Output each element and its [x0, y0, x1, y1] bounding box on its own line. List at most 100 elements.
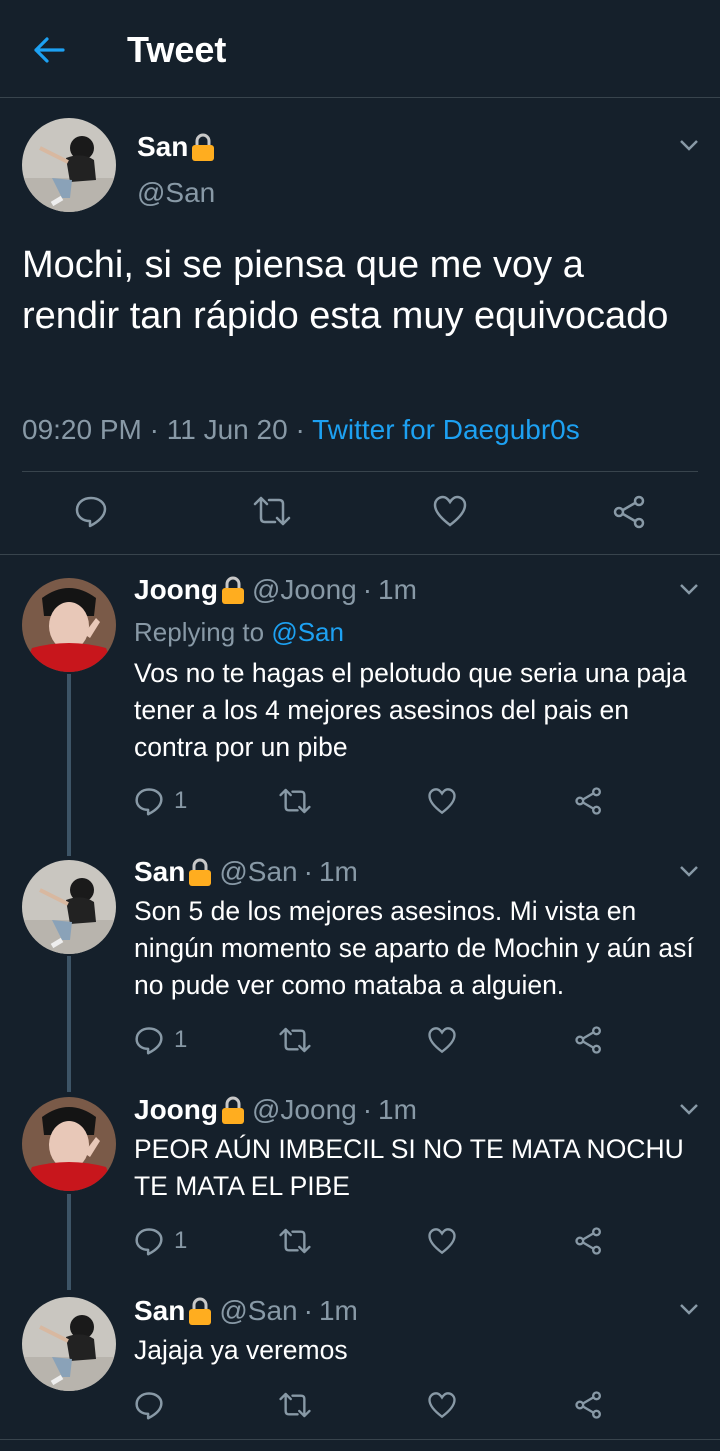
meta-separator: · — [362, 1094, 373, 1125]
share-icon — [613, 495, 645, 529]
reply-author-name[interactable]: Joong — [134, 1093, 218, 1127]
like-button[interactable] — [432, 494, 468, 528]
heart-icon — [428, 788, 456, 815]
like-button[interactable] — [427, 1226, 457, 1256]
back-button[interactable] — [22, 26, 76, 74]
reply-author-name[interactable]: San — [134, 855, 185, 889]
reply-button[interactable]: 1 — [134, 786, 187, 816]
lock-icon — [192, 133, 215, 161]
retweet-icon — [253, 496, 291, 526]
replying-to-label: Replying to — [134, 617, 265, 647]
reply-icon — [75, 496, 107, 528]
share-icon — [575, 1026, 601, 1054]
reply-icon — [135, 1228, 163, 1256]
top-bar: Tweet — [0, 0, 720, 98]
share-button[interactable] — [574, 786, 604, 816]
reply-author-handle[interactable]: @Joong — [252, 1093, 357, 1127]
avatar-joong[interactable] — [22, 1097, 116, 1191]
retweet-icon — [279, 1027, 311, 1053]
chevron-down-icon — [680, 866, 698, 877]
thread-line — [67, 956, 71, 1092]
replying-to: Replying to @San — [134, 615, 344, 649]
avatar-san[interactable] — [22, 1297, 116, 1391]
page-title: Tweet — [127, 29, 227, 70]
reply-menu-button[interactable] — [674, 856, 704, 886]
heart-icon — [433, 495, 467, 527]
reply-header: San @San · 1m — [134, 855, 358, 889]
lock-icon — [189, 858, 212, 886]
replying-to-handle-link[interactable]: @San — [271, 617, 344, 647]
reply-button[interactable]: 1 — [134, 1226, 187, 1256]
share-button[interactable] — [574, 1226, 604, 1256]
reply-author-handle[interactable]: @Joong — [252, 573, 357, 607]
lock-icon — [189, 1297, 212, 1325]
reply-text: Vos no te hagas el pelotudo que seria un… — [134, 658, 687, 762]
meta-separator: · — [295, 414, 305, 445]
share-icon — [575, 787, 601, 815]
thread-line — [67, 1194, 71, 1290]
reply-text: Son 5 de los mejores asesinos. Mi vista … — [134, 896, 694, 1000]
reply-icon — [135, 1027, 163, 1055]
back-arrow-icon — [34, 37, 65, 63]
author-name[interactable]: San — [137, 130, 216, 164]
retweet-icon — [279, 788, 311, 814]
like-button[interactable] — [427, 1390, 457, 1420]
reply-button[interactable]: 1 — [134, 1025, 187, 1055]
reply-count: 1 — [174, 1026, 188, 1053]
reply-button[interactable] — [134, 1390, 164, 1420]
tweet-menu-button[interactable] — [674, 130, 704, 160]
reply-author-handle[interactable]: @San — [219, 855, 297, 889]
like-button[interactable] — [427, 1025, 457, 1055]
reply-header: Joong @Joong · 1m — [134, 573, 417, 607]
retweet-button[interactable] — [278, 786, 312, 816]
author-handle[interactable]: @San — [137, 176, 215, 210]
chevron-down-icon — [680, 1304, 698, 1315]
share-button[interactable] — [612, 494, 648, 530]
reply-header: Joong @Joong · 1m — [134, 1093, 417, 1127]
reply-author-name[interactable]: Joong — [134, 573, 218, 607]
meta-separator: · — [303, 1295, 313, 1326]
avatar-san[interactable] — [22, 118, 116, 212]
tweet-date: 11 Jun 20 — [166, 414, 288, 445]
share-icon — [575, 1227, 601, 1255]
reply-text: PEOR AÚN IMBECIL SI NO TE MATA NOCHU TE … — [134, 1134, 684, 1201]
author-name-text: San — [137, 131, 189, 162]
meta-separator: · — [362, 574, 373, 605]
chevron-down-icon — [680, 1104, 698, 1115]
lock-icon — [222, 576, 244, 604]
retweet-icon — [279, 1392, 311, 1418]
reply-button[interactable] — [74, 494, 108, 528]
share-icon — [575, 1391, 601, 1419]
tweet-text: Mochi, si se piensa que me voy a rendir … — [22, 244, 669, 337]
reply-text: Jajaja ya veremos — [134, 1335, 348, 1365]
reply-menu-button[interactable] — [674, 574, 704, 604]
retweet-button[interactable] — [252, 494, 292, 528]
share-button[interactable] — [574, 1390, 604, 1420]
retweet-button[interactable] — [278, 1226, 312, 1256]
tweet-meta: 09:20 PM · 11 Jun 20 · Twitter for Daegu… — [22, 412, 580, 448]
reply-time: 1m — [318, 856, 358, 887]
avatar-san[interactable] — [22, 860, 116, 954]
retweet-button[interactable] — [278, 1390, 312, 1420]
chevron-down-icon — [680, 140, 698, 151]
tweet-source-link[interactable]: Twitter for Daegubr0s — [312, 414, 580, 445]
reply-icon — [135, 1392, 163, 1420]
retweet-button[interactable] — [278, 1025, 312, 1055]
reply-header: San @San · 1m — [134, 1294, 358, 1328]
reply-menu-button[interactable] — [674, 1094, 704, 1124]
reply-count: 1 — [174, 787, 188, 814]
reply-icon — [135, 788, 163, 816]
reply-author-handle[interactable]: @San — [219, 1294, 297, 1328]
like-button[interactable] — [427, 786, 457, 816]
divider — [0, 554, 720, 555]
avatar-joong[interactable] — [22, 578, 116, 672]
reply-count: 1 — [174, 1227, 188, 1254]
retweet-icon — [279, 1228, 311, 1254]
meta-separator: · — [149, 414, 159, 445]
share-button[interactable] — [574, 1025, 604, 1055]
reply-author-name[interactable]: San — [134, 1294, 185, 1328]
chevron-down-icon — [680, 584, 698, 595]
reply-time: 1m — [318, 1295, 358, 1326]
reply-menu-button[interactable] — [674, 1294, 704, 1324]
thread-line — [67, 674, 71, 856]
